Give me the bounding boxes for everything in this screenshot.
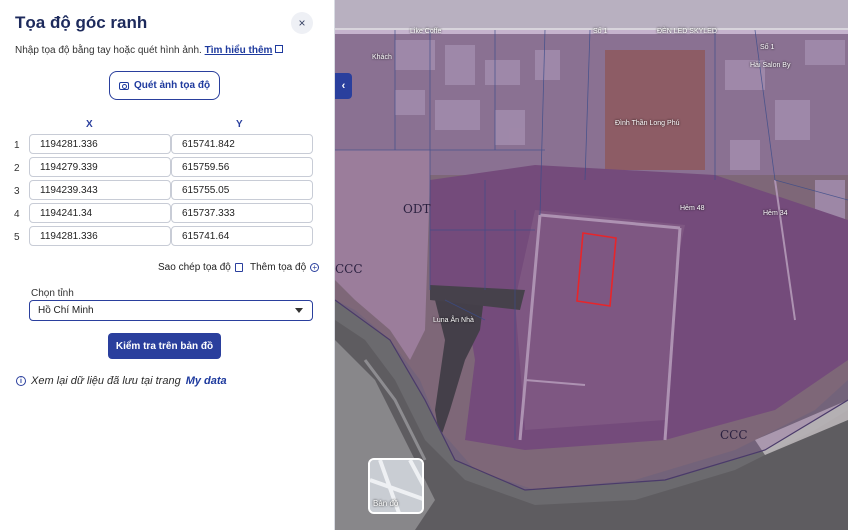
x-input[interactable]: 1194281.336: [29, 134, 171, 154]
basemap-toggle-button[interactable]: Bản đồ: [368, 458, 424, 514]
instruction-label: Nhập tọa độ bằng tay hoặc quét hình ảnh.: [15, 45, 202, 56]
chevron-down-icon: [295, 308, 303, 313]
copy-label: Sao chép tọa độ: [158, 262, 231, 273]
basemap-label: Bản đồ: [373, 499, 399, 508]
my-data-link[interactable]: My data: [186, 375, 227, 387]
saved-data-note: i Xem lại dữ liệu đã lưu tại trang My da…: [16, 375, 227, 387]
instruction-text: Nhập tọa độ bằng tay hoặc quét hình ảnh.…: [15, 45, 284, 56]
x-input[interactable]: 1194239.343: [29, 180, 171, 200]
map-label: Khách: [372, 54, 392, 61]
province-value: Hồ Chí Minh: [38, 305, 94, 316]
map-label: Hải Salon By: [750, 62, 791, 69]
map-label: Số 1: [593, 28, 608, 35]
province-label: Chọn tỉnh: [31, 288, 74, 299]
coordinate-panel: Tọa độ góc ranh × Nhập tọa độ bằng tay h…: [0, 0, 335, 530]
row-number: 5: [14, 232, 20, 243]
y-input[interactable]: 615737.333: [171, 203, 313, 223]
y-input[interactable]: 615759.56: [171, 157, 313, 177]
map-label: Đình Thần Long Phú: [615, 120, 680, 127]
check-on-map-button[interactable]: Kiểm tra trên bản đồ: [108, 333, 221, 359]
camera-icon: [118, 81, 129, 90]
add-label: Thêm tọa độ: [250, 262, 307, 273]
plus-circle-icon: +: [310, 263, 320, 272]
scan-button-label: Quét ảnh tọa độ: [133, 80, 211, 91]
y-input[interactable]: 615755.05: [171, 180, 313, 200]
row-number: 1: [14, 140, 20, 151]
copy-icon: [234, 263, 243, 272]
learn-more-link[interactable]: Tìm hiểu thêm: [205, 45, 273, 56]
collapse-panel-button[interactable]: ‹: [335, 73, 352, 99]
copy-coordinates-button[interactable]: Sao chép tọa độ: [158, 262, 243, 273]
info-icon: i: [16, 376, 26, 386]
zone-label: CCC: [720, 428, 748, 442]
zone-label: CCC: [335, 262, 363, 276]
map-label: Like Coffe: [410, 28, 442, 35]
y-input[interactable]: 615741.842: [171, 134, 313, 154]
panel-title: Tọa độ góc ranh: [15, 13, 148, 32]
row-number: 2: [14, 163, 20, 174]
close-icon: ×: [298, 16, 306, 30]
map-label: Hẻm 48: [680, 205, 705, 212]
map-label: ĐÈN LED SKYLED: [657, 28, 717, 35]
y-input[interactable]: 615741.64: [171, 226, 313, 246]
x-input[interactable]: 1194241.34: [29, 203, 171, 223]
close-button[interactable]: ×: [291, 12, 313, 34]
zone-label: ODT: [403, 202, 431, 216]
external-link-icon: [275, 45, 284, 53]
column-header-x: X: [86, 119, 93, 130]
row-number: 4: [14, 209, 20, 220]
map-label: Hẻm 34: [763, 210, 788, 217]
province-select[interactable]: Hồ Chí Minh: [29, 300, 313, 321]
chevron-left-icon: ‹: [341, 80, 346, 92]
map-label: Số 1: [760, 44, 775, 51]
add-coordinate-button[interactable]: Thêm tọa độ +: [250, 262, 320, 273]
satellite-map[interactable]: Like Coffe Số 1 ĐÈN LED SKYLED Số 1 Hải …: [335, 0, 848, 530]
column-header-y: Y: [236, 119, 243, 130]
row-number: 3: [14, 186, 20, 197]
scan-coordinates-button[interactable]: Quét ảnh tọa độ: [109, 71, 220, 100]
x-input[interactable]: 1194281.336: [29, 226, 171, 246]
x-input[interactable]: 1194279.339: [29, 157, 171, 177]
map-label: Luna Ân Nhà: [433, 317, 474, 324]
map-imagery: [335, 0, 848, 530]
info-text: Xem lại dữ liệu đã lưu tại trang: [31, 375, 181, 387]
